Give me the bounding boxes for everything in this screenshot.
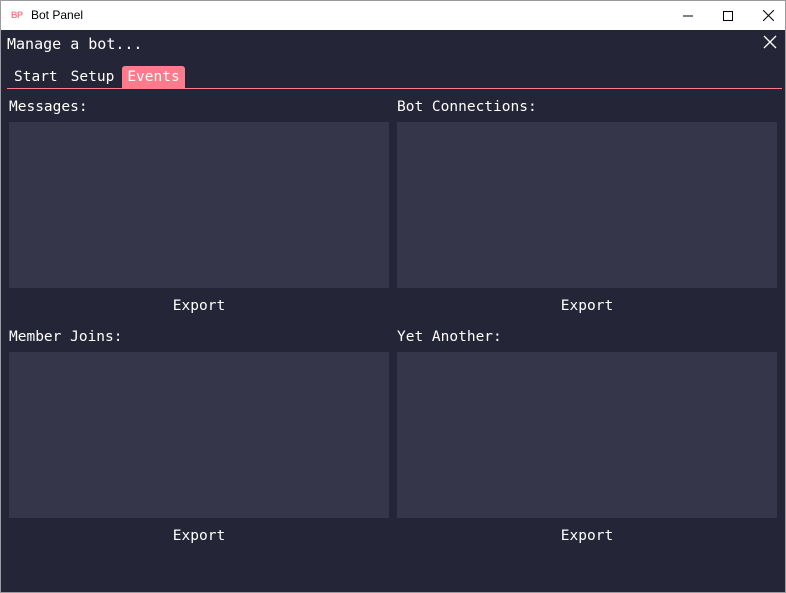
tab-events[interactable]: Events [122,66,185,88]
export-member-joins-button[interactable]: Export [9,525,389,547]
close-icon [762,10,774,21]
maximize-icon [723,10,733,21]
bot-connections-list[interactable] [397,122,777,288]
bot-connections-label: Bot Connections: [397,99,537,115]
tab-setup[interactable]: Setup [66,66,120,88]
app-window: BP Bot Panel Manage a bot... Start Setup… [0,0,786,593]
window-close-button[interactable] [745,1,785,30]
messages-list[interactable] [9,122,389,288]
export-bot-connections-button[interactable]: Export [397,295,777,317]
tab-bar: Start Setup Events [9,65,188,88]
member-joins-label: Member Joins: [9,329,123,345]
window-title: Bot Panel [31,8,84,22]
messages-label: Messages: [9,99,88,115]
yet-another-list[interactable] [397,352,777,518]
export-yet-another-button[interactable]: Export [397,525,777,547]
yet-another-label: Yet Another: [397,329,502,345]
app-logo-icon: BP [11,10,23,20]
member-joins-list[interactable] [9,352,389,518]
export-messages-button[interactable]: Export [9,295,389,317]
close-icon [763,35,777,49]
tab-start[interactable]: Start [9,66,63,88]
panel-close-button[interactable] [763,34,779,50]
tab-underline [7,88,782,89]
minimize-icon [683,15,693,16]
panel-title: Manage a bot... [7,35,143,53]
title-bar[interactable]: BP Bot Panel [1,1,785,30]
